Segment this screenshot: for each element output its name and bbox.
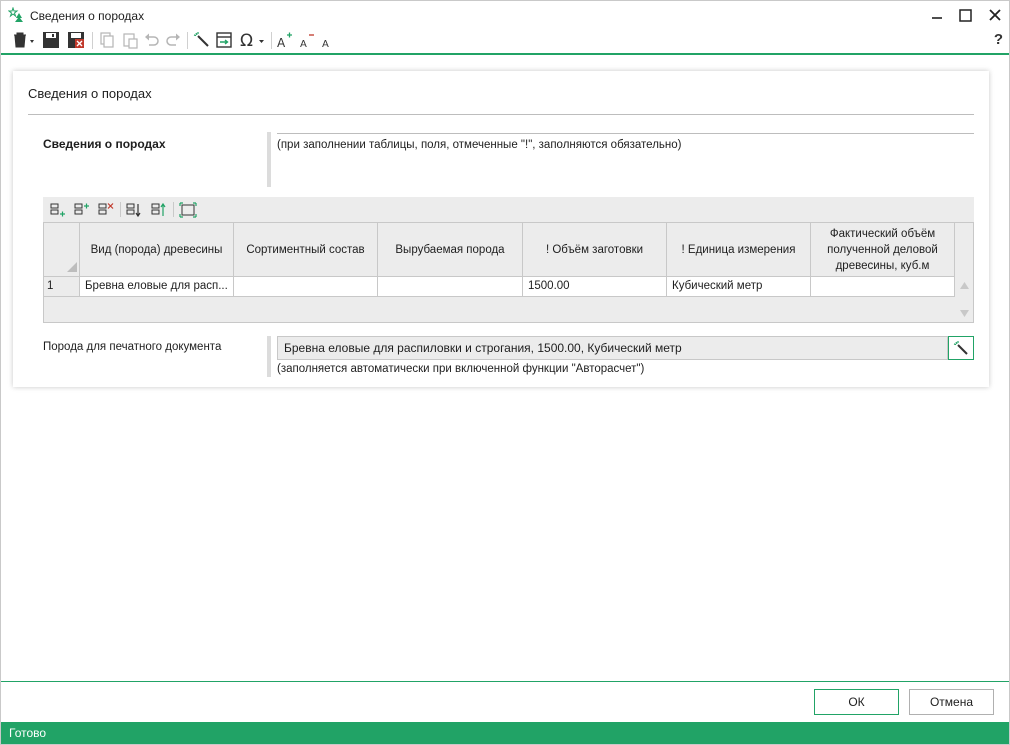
svg-text:A: A	[300, 39, 307, 49]
redo-icon[interactable]	[163, 29, 183, 51]
scroll-up-icon[interactable]	[959, 281, 970, 290]
section-marker	[267, 132, 271, 187]
column-header-cut-species[interactable]: Вырубаемая порода	[378, 223, 523, 277]
column-header-wood-type[interactable]: Вид (порода) древесины	[80, 223, 234, 277]
cell-assortment[interactable]	[234, 277, 378, 297]
delete-row-icon[interactable]	[96, 200, 116, 219]
cell-unit[interactable]: Кубический метр	[667, 277, 811, 297]
insert-row-icon[interactable]	[72, 200, 92, 219]
cell-wood-type[interactable]: Бревна еловые для расп...	[80, 277, 234, 297]
help-button[interactable]: ?	[994, 31, 1003, 48]
panel-title: Сведения о породах	[28, 86, 152, 101]
row-number[interactable]: 1	[44, 277, 80, 297]
undo-icon[interactable]	[142, 29, 162, 51]
print-field-marker	[267, 336, 271, 377]
table-scrollbar[interactable]	[956, 223, 973, 322]
move-down-icon[interactable]	[124, 200, 144, 219]
trash-icon[interactable]	[9, 29, 37, 51]
rocks-panel: Сведения о породах Сведения о породах (п…	[13, 71, 989, 387]
grid-toolbar	[43, 197, 974, 222]
move-up-icon[interactable]	[149, 200, 169, 219]
scroll-down-icon[interactable]	[959, 309, 970, 318]
font-reset-icon[interactable]: A	[318, 29, 336, 51]
toolbar-divider	[271, 32, 272, 49]
section-label: Сведения о породах	[43, 137, 166, 151]
cell-volume[interactable]: 1500.00	[523, 277, 667, 297]
save-icon[interactable]	[40, 29, 62, 51]
grid-toolbar-divider	[120, 202, 121, 217]
cancel-button[interactable]: Отмена	[909, 689, 994, 715]
wand-icon	[953, 341, 968, 355]
rocks-table: Вид (порода) древесины Сортиментный сост…	[43, 222, 974, 323]
toolbar-divider	[92, 32, 93, 49]
print-field-note: (заполняется автоматически при включенно…	[277, 363, 645, 375]
title-bar: Сведения о породах	[1, 1, 1009, 29]
dialog-window: Сведения о породах Ω A A A ? Сведения о …	[0, 0, 1010, 745]
toolbar-accent-line	[1, 53, 1009, 55]
autofill-button[interactable]	[948, 336, 974, 360]
section-note: (при заполнении таблицы, поля, отмеченны…	[277, 139, 682, 151]
panel-divider	[28, 114, 974, 115]
font-increase-icon[interactable]: A	[275, 29, 295, 51]
tree-icon	[7, 6, 24, 23]
column-header-assortment[interactable]: Сортиментный состав	[234, 223, 378, 277]
svg-text:A: A	[277, 36, 286, 49]
section-divider	[277, 133, 974, 134]
status-bar: Готово	[1, 722, 1009, 744]
wand-icon[interactable]	[191, 29, 213, 51]
import-icon[interactable]	[213, 29, 235, 51]
omega-icon[interactable]: Ω	[238, 29, 268, 51]
cell-cut-species[interactable]	[378, 277, 523, 297]
paste-icon[interactable]	[119, 29, 141, 51]
ok-button[interactable]: ОК	[814, 689, 899, 715]
table-corner	[44, 223, 80, 277]
save-close-icon[interactable]	[65, 29, 87, 51]
svg-text:A: A	[322, 39, 329, 49]
footer-divider	[1, 681, 1009, 682]
window-title: Сведения о породах	[30, 9, 145, 23]
copy-icon[interactable]	[96, 29, 118, 51]
print-species-field[interactable]: Бревна еловые для распиловки и строгания…	[277, 336, 948, 360]
add-row-icon[interactable]	[48, 200, 68, 219]
cell-actual-volume[interactable]	[811, 277, 955, 297]
fit-columns-icon[interactable]	[178, 200, 198, 219]
svg-text:Ω: Ω	[240, 31, 253, 49]
print-field-label: Порода для печатного документа	[43, 341, 222, 353]
close-button[interactable]	[984, 5, 1006, 25]
main-toolbar: Ω A A A ?	[1, 29, 1009, 53]
column-header-unit[interactable]: ! Единица измерения	[667, 223, 811, 277]
grid-toolbar-divider	[173, 202, 174, 217]
font-decrease-icon[interactable]: A	[297, 29, 317, 51]
maximize-button[interactable]	[954, 5, 976, 25]
toolbar-divider	[187, 32, 188, 49]
minimize-button[interactable]	[926, 5, 948, 25]
column-header-volume[interactable]: ! Объём заготовки	[523, 223, 667, 277]
column-header-actual-volume[interactable]: Фактический объём полученной деловой дре…	[811, 223, 955, 277]
